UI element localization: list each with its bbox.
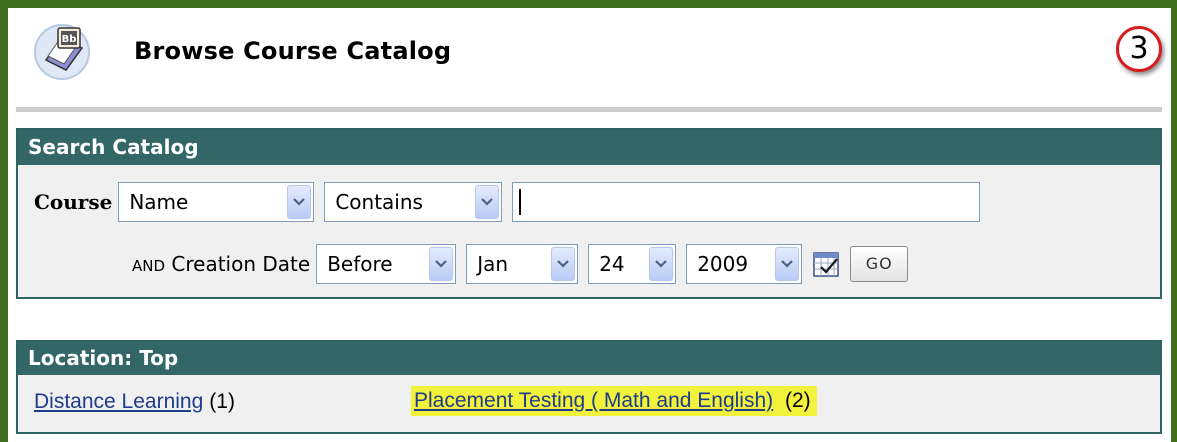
chevron-down-icon[interactable] (551, 247, 576, 281)
chevron-down-icon[interactable] (775, 247, 800, 281)
year-select[interactable]: 2009 (686, 244, 803, 284)
search-text-input[interactable] (512, 182, 981, 222)
operator-value: Contains (335, 190, 423, 214)
course-search-row: Course Name Contains (34, 180, 981, 224)
chevron-down-icon[interactable] (287, 185, 312, 219)
page-title: Browse Course Catalog (134, 37, 452, 65)
svg-text:Bb: Bb (62, 34, 77, 45)
category-link-placement-testing[interactable]: Placement Testing ( Math and English) (414, 389, 773, 412)
month-value: Jan (477, 252, 509, 276)
day-value: 24 (599, 252, 625, 276)
header-divider (16, 107, 1162, 112)
step-number-badge: 3 (1116, 26, 1162, 72)
course-field-value: Name (129, 190, 189, 214)
location-panel: Location: Top Distance Learning (1) Plac… (16, 340, 1162, 434)
blackboard-book-icon: Bb (34, 24, 90, 80)
page-header: Bb Browse Course Catalog 3 (22, 16, 1162, 86)
chevron-down-icon[interactable] (649, 247, 674, 281)
text-caret (519, 189, 522, 215)
chevron-down-icon[interactable] (429, 247, 454, 281)
list-item: Distance Learning (1) (34, 390, 235, 414)
year-value: 2009 (697, 252, 749, 276)
search-panel-title: Search Catalog (18, 130, 1160, 165)
creation-date-row: AND Creation Date Before Jan 24 2009 GO (132, 242, 909, 286)
list-item: Placement Testing ( Math and English) (2… (411, 386, 817, 416)
calendar-icon[interactable] (812, 250, 840, 278)
category-count: (2) (784, 389, 811, 412)
creation-date-label: AND Creation Date (132, 252, 311, 276)
month-select[interactable]: Jan (466, 244, 579, 284)
day-select[interactable]: 24 (588, 244, 677, 284)
category-count: (1) (209, 390, 235, 413)
course-field-select[interactable]: Name (118, 182, 315, 222)
operator-select[interactable]: Contains (324, 182, 503, 222)
category-link-distance-learning[interactable]: Distance Learning (34, 390, 203, 414)
location-panel-title: Location: Top (18, 342, 1160, 375)
search-catalog-panel: Search Catalog Course Name Contains AND … (16, 128, 1162, 299)
date-operator-select[interactable]: Before (316, 244, 457, 284)
go-button[interactable]: GO (850, 246, 909, 282)
course-label: Course (34, 190, 113, 214)
date-operator-value: Before (327, 252, 393, 276)
chevron-down-icon[interactable] (475, 185, 500, 219)
